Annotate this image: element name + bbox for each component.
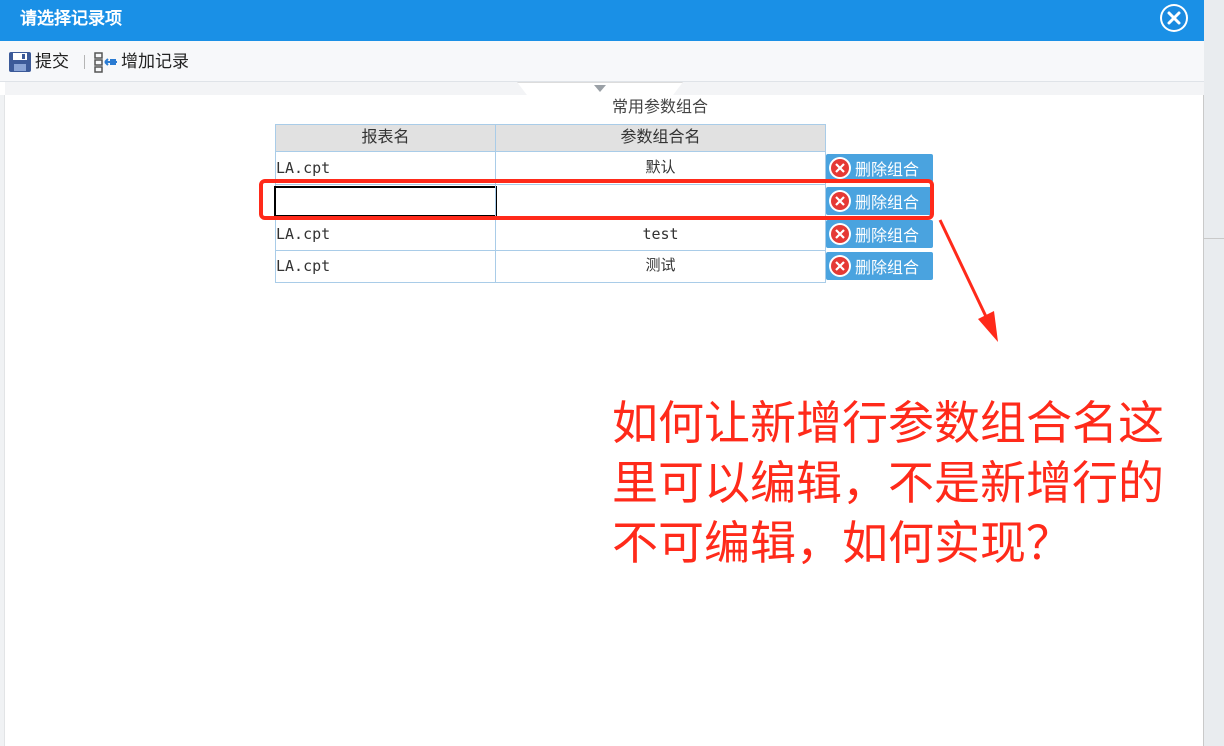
table-row-report-cell: LA.cpt: [275, 218, 496, 251]
submit-label: 提交: [35, 52, 69, 71]
submit-button[interactable]: 提交: [8, 50, 69, 74]
close-icon[interactable]: [1160, 4, 1188, 32]
annotation-arrow-icon: [938, 219, 998, 342]
record-select-dialog: 请选择记录项 提交 增加记录 常用参数组合 报表名 参数组合名 LA.cpt 默…: [0, 0, 1204, 746]
toolbar: 提交 增加记录: [0, 41, 1204, 82]
save-icon: [9, 52, 31, 72]
left-edge: [0, 95, 5, 746]
column-header-combo: 参数组合名: [495, 124, 826, 152]
background-divider: [1204, 238, 1224, 239]
annotation-text: 如何让新增行参数组合名这 里可以编辑，不是新增行的 不可编辑，如何实现？: [612, 397, 1164, 569]
toolbar-divider: [84, 55, 85, 69]
table-row-combo-cell: test: [495, 218, 826, 251]
delete-combo-button[interactable]: 删除组合: [826, 154, 933, 182]
dialog-titlebar: 请选择记录项: [0, 0, 1204, 41]
add-record-icon: [94, 52, 117, 73]
add-record-button[interactable]: 增加记录: [93, 50, 189, 74]
table-title: 常用参数组合: [611, 99, 708, 116]
column-header-report: 报表名: [275, 124, 496, 152]
delete-icon: [829, 223, 851, 245]
dialog-title: 请选择记录项: [20, 9, 122, 29]
add-record-label: 增加记录: [121, 52, 189, 71]
collapse-arrow-icon: [594, 85, 606, 92]
table-row-report-cell: LA.cpt: [275, 250, 496, 283]
delete-combo-button[interactable]: 删除组合: [826, 220, 933, 248]
delete-icon: [829, 157, 851, 179]
delete-combo-button[interactable]: 删除组合: [826, 252, 933, 280]
table-row-combo-cell: 测试: [495, 250, 826, 283]
delete-icon: [829, 255, 851, 277]
annotation-highlight-box: [259, 179, 934, 220]
